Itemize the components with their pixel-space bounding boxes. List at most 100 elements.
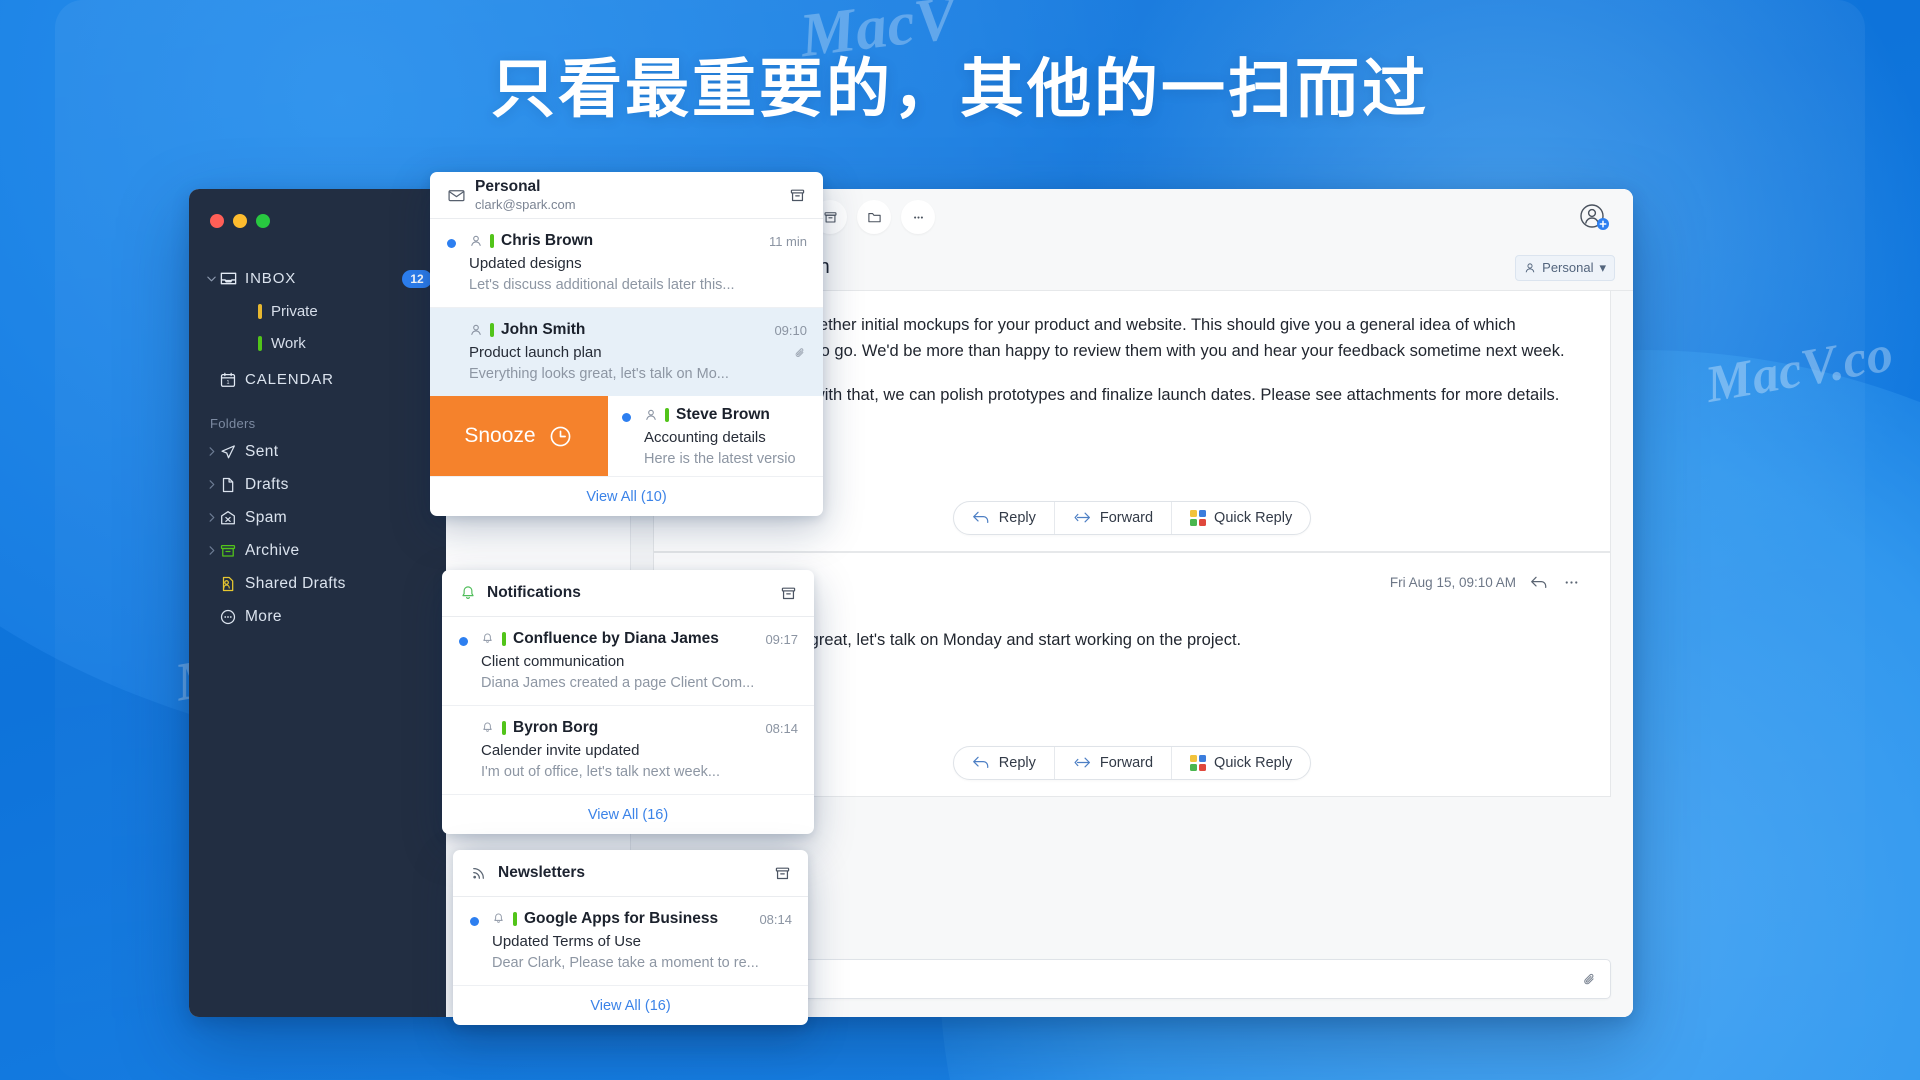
panel-subtitle: clark@spark.com [475,197,576,212]
sidebar-item-label-shared-drafts: Shared Drafts [245,574,346,592]
forward-icon [1073,510,1092,525]
archive-icon[interactable] [788,186,807,205]
sidebar-item-spam[interactable]: Spam [189,501,446,534]
sidebar-item-calendar[interactable]: 1 CALENDAR [189,363,446,396]
list-item-subject: Calender invite updated [481,742,640,759]
sidebar-item-label-sent: Sent [245,442,279,460]
smart-inbox-panel-personal: Personal clark@spark.com Chris Brown 11 … [430,172,823,516]
chevron-right-icon[interactable] [203,545,219,556]
paperclip-icon[interactable] [1581,971,1598,988]
chevron-right-icon[interactable] [203,446,219,457]
panel-header: Notifications [442,570,814,617]
message-meta: Fri Aug 15, 09:10 AM [1390,575,1580,590]
account-chip[interactable]: Personal ▾ [1515,254,1615,281]
inbox-unread-badge: 12 [402,269,432,288]
sidebar-item-more[interactable]: More [189,600,446,633]
app-window: INBOX 12 Private Work 1 CALENDAR Folders [189,189,1633,1017]
message-signature: Thanks, John [684,672,1580,723]
quick-reply-icon [1190,754,1207,771]
maximize-window-button[interactable] [256,214,270,228]
minimize-window-button[interactable] [233,214,247,228]
sidebar-item-archive[interactable]: Archive [189,534,446,567]
list-item-header: Byron Borg 08:14 [481,719,798,737]
tag-color-private [258,303,262,319]
smart-inbox-panel-notifications: Notifications Confluence by Diana James … [442,570,814,834]
quick-reply-button[interactable]: Quick Reply [1171,501,1310,534]
archive-icon[interactable] [779,584,798,603]
sidebar-item-label-archive: Archive [245,541,300,559]
more-circle-icon [219,608,245,626]
list-item-time: 09:17 [765,631,798,647]
ellipsis-icon[interactable] [1563,575,1580,590]
list-item[interactable]: Google Apps for Business 08:14 Updated T… [453,897,808,985]
list-item-swiped[interactable]: Snooze Steve Brown Accounting details He… [430,396,823,476]
chevron-right-icon[interactable] [203,512,219,523]
add-person-icon[interactable] [1577,200,1611,234]
list-item[interactable]: Confluence by Diana James 09:17 Client c… [442,617,814,705]
quick-reply-label: Quick Reply [1214,754,1293,771]
clock-icon [547,423,574,450]
archive-icon [219,542,245,560]
list-item-content: Chris Brown 11 min Updated designs Let's… [469,232,807,293]
sidebar-item-inbox[interactable]: INBOX 12 [189,262,446,295]
sidebar-item-label-drafts: Drafts [245,475,289,493]
spam-icon [219,509,245,527]
quick-reply-button[interactable]: Quick Reply [1171,746,1310,779]
list-item[interactable]: Chris Brown 11 min Updated designs Let's… [430,219,823,307]
unread-indicator [459,719,481,780]
folder-icon[interactable] [857,200,891,234]
list-item-snippet: Diana James created a page Client Com... [481,675,755,691]
close-window-button[interactable] [210,214,224,228]
forward-button[interactable]: Forward [1053,501,1171,534]
tag-color-work [258,335,262,351]
action-pill: Reply Forward Quick Reply [952,500,1312,535]
list-item-header: Steve Brown [644,406,807,424]
tag-color [490,323,494,337]
reply-icon [972,755,991,770]
reply-button[interactable]: Reply [954,502,1054,534]
svg-text:1: 1 [227,380,230,386]
sidebar-item-sent[interactable]: Sent [189,435,446,468]
snooze-swipe-action[interactable]: Snooze [430,396,608,476]
list-item[interactable]: John Smith 09:10 Product launch plan Eve… [430,307,823,396]
reply-label: Reply [998,509,1036,526]
list-item-subject: Product launch plan [469,344,807,361]
panel-title: Personal [475,178,541,195]
list-item-subject: Accounting details [644,429,766,446]
list-item-header: John Smith 09:10 [469,321,807,339]
tag-color [502,632,506,646]
sidebar-item-private[interactable]: Private [189,295,446,327]
chevron-down-icon[interactable]: ▾ [1599,260,1606,276]
view-all-link[interactable]: View All (16) [453,985,808,1025]
sidebar-item-shared-drafts[interactable]: Shared Drafts [189,567,446,600]
list-item-sender: Steve Brown [676,406,770,423]
action-pill: Reply Forward Quick Reply [952,745,1312,780]
list-item-time: 11 min [768,233,807,249]
sidebar-item-label-work: Work [271,334,306,352]
bell-icon [492,912,506,926]
reply-button[interactable]: Reply [954,747,1054,779]
reply-icon[interactable] [1530,575,1549,590]
sidebar-item-drafts[interactable]: Drafts [189,468,446,501]
list-item-header: Google Apps for Business 08:14 [492,910,792,928]
person-icon [469,323,483,337]
message-actions: Reply Forward Quick Reply [684,745,1580,780]
unread-indicator [447,321,469,382]
chevron-right-icon[interactable] [203,479,219,490]
view-all-link[interactable]: View All (10) [430,476,823,516]
forward-icon [1073,755,1092,770]
envelope-icon [447,186,475,205]
chevron-down-icon[interactable] [203,273,219,284]
list-item[interactable]: Byron Borg 08:14 Calender invite updated… [442,705,814,794]
shared-drafts-icon [219,575,245,593]
sidebar-item-work[interactable]: Work [189,327,446,359]
view-all-link[interactable]: View All (16) [442,794,814,834]
unread-indicator [470,910,492,971]
tag-color [502,721,506,735]
ellipsis-icon[interactable] [901,200,935,234]
list-item-time: 08:14 [759,911,792,927]
archive-icon[interactable] [773,864,792,883]
list-item[interactable]: Steve Brown Accounting details Here is t… [608,396,823,476]
sidebar: INBOX 12 Private Work 1 CALENDAR Folders [189,189,446,1017]
forward-button[interactable]: Forward [1053,746,1171,779]
